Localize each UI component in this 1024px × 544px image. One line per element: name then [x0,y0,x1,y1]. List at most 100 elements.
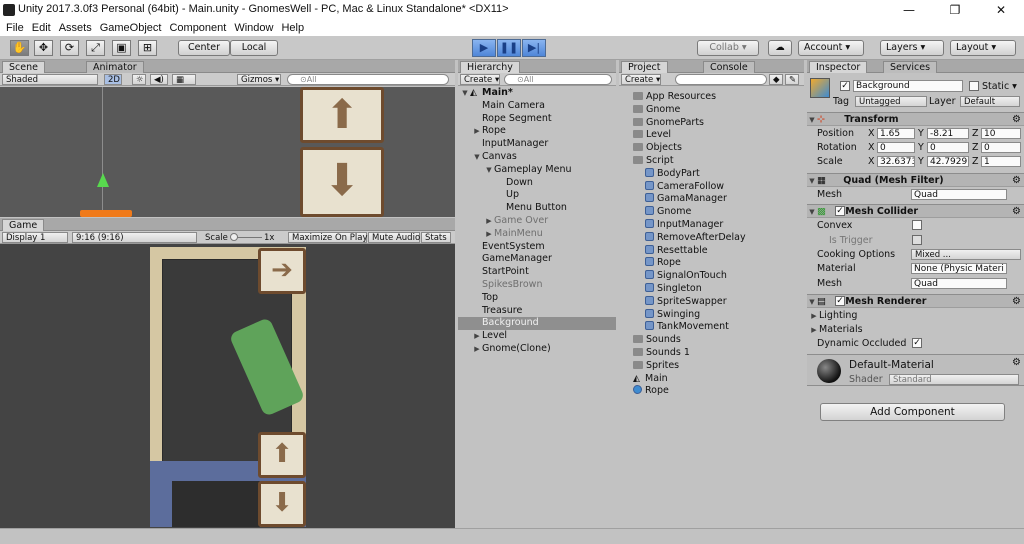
physic-material-field[interactable]: None (Physic Materi [911,263,1007,274]
mesh-filter-mesh-field[interactable]: Quad [911,189,1007,200]
project-item[interactable]: InputManager [619,218,804,232]
project-item[interactable]: App Resources [619,91,804,104]
hierarchy-search-input[interactable]: ⊙All [504,74,612,85]
project-item[interactable]: BodyPart [619,167,804,181]
mesh-collider-mesh-field[interactable]: Quad [911,278,1007,289]
expanded-arrow-icon[interactable]: ▼ [472,151,482,164]
project-item[interactable]: Singleton [619,282,804,296]
scale-x-field[interactable]: 32.6373 [877,156,915,167]
menu-window[interactable]: Window [230,20,277,36]
audio-icon[interactable]: ◀) [150,74,168,85]
is-trigger-checkbox[interactable] [912,235,922,245]
position-y-field[interactable]: -8.21 [927,128,969,139]
add-component-button[interactable]: Add Component [820,403,1005,421]
project-item[interactable]: GnomeParts [619,117,804,130]
rotation-x-field[interactable]: 0 [877,142,915,153]
menu-help[interactable]: Help [277,20,308,36]
tab-console[interactable]: Console [703,61,755,73]
scale-slider-handle[interactable] [230,233,238,241]
mode-2d-toggle[interactable]: 2D [104,74,122,85]
pivot-center-button[interactable]: Center [178,40,230,56]
layer-dropdown[interactable]: Default [960,96,1020,107]
project-item[interactable]: Rope [619,257,804,270]
hierarchy-create-dropdown[interactable]: Create ▾ [460,74,500,85]
project-item[interactable]: ◭ Main [619,373,804,386]
hierarchy-item[interactable]: InputManager [458,138,616,151]
hierarchy-item[interactable]: ▶ Game Over [458,215,616,228]
collapsed-arrow-icon[interactable]: ▶ [472,330,482,343]
hierarchy-item[interactable]: ▶ MainMenu [458,228,616,241]
hierarchy-item[interactable]: Menu Button [458,202,616,215]
scale-y-field[interactable]: 42.7929 [927,156,969,167]
collapsed-arrow-icon[interactable]: ▶ [484,215,494,228]
mesh-renderer-header[interactable]: ▼ ▤ ✓ Mesh Renderer ⚙ [807,294,1024,308]
project-item[interactable]: Sprites [619,360,804,373]
collapsed-arrow-icon[interactable]: ▶ [472,125,482,138]
menu-edit[interactable]: Edit [28,20,55,36]
tab-animator[interactable]: Animator [86,61,144,73]
menu-gameobject[interactable]: GameObject [96,20,166,36]
mesh-renderer-enabled-checkbox[interactable]: ✓ [835,296,845,306]
hierarchy-item[interactable]: Top [458,292,616,305]
project-item[interactable]: Rope [619,385,804,398]
mesh-collider-header[interactable]: ▼ ▩ ✓ Mesh Collider ⚙ [807,204,1024,218]
pause-button[interactable]: ❚❚ [497,39,521,57]
tab-scene[interactable]: Scene [2,61,45,73]
display-dropdown[interactable]: Display 1 [2,232,68,243]
mesh-collider-gear-icon[interactable]: ⚙ [1012,205,1021,218]
hierarchy-item[interactable]: Down [458,177,616,190]
layout-dropdown[interactable]: Layout ▾ [950,40,1016,56]
project-item[interactable]: Gnome [619,206,804,219]
minimize-button[interactable]: — [886,0,932,20]
stats-toggle[interactable]: Stats [421,232,451,243]
hierarchy-item[interactable]: ▶ Level [458,330,616,343]
hierarchy-item[interactable]: Rope Segment [458,113,616,126]
project-item[interactable]: Level [619,129,804,142]
hierarchy-item[interactable]: ▶ Gnome(Clone) [458,343,616,356]
tag-dropdown[interactable]: Untagged [855,96,927,107]
mesh-filter-header[interactable]: ▼ ▦ Quad (Mesh Filter) ⚙ [807,173,1024,187]
hierarchy-item[interactable]: Treasure [458,305,616,318]
menu-assets[interactable]: Assets [55,20,96,36]
active-checkbox[interactable]: ✓ [840,81,850,91]
material-gear-icon[interactable]: ⚙ [1012,357,1021,368]
hierarchy-item[interactable]: ▶ Rope [458,125,616,138]
tab-inspector[interactable]: Inspector [809,61,868,73]
move-tool-icon[interactable]: ✥ [34,40,53,56]
tab-hierarchy[interactable]: Hierarchy [460,61,520,73]
static-dropdown[interactable]: Static ▾ [982,81,1017,92]
rotation-y-field[interactable]: 0 [927,142,969,153]
scene-viewport[interactable]: ⬆ ⬇ [0,87,455,217]
transform-header[interactable]: ▼ ⊹ Transform ⚙ [807,112,1024,126]
scene-search-input[interactable]: ⊙All [287,74,449,85]
materials-foldout[interactable]: ▶ Materials [809,324,862,335]
collapsed-arrow-icon[interactable]: ▶ [472,343,482,356]
collapsed-arrow-icon[interactable]: ▶ [484,228,494,241]
cooking-options-dropdown[interactable]: Mixed ... [911,249,1021,260]
collab-dropdown[interactable]: Collab ▾ [697,40,759,56]
project-create-dropdown[interactable]: Create ▾ [621,74,661,85]
lighting-icon[interactable]: ☼ [132,74,146,85]
project-item[interactable]: Sounds [619,334,804,347]
rect-tool-icon[interactable]: ▣ [112,40,131,56]
lighting-foldout[interactable]: ▶ Lighting [809,310,857,321]
hierarchy-item[interactable]: SpikesBrown [458,279,616,292]
project-item[interactable]: SpriteSwapper [619,295,804,309]
mute-audio-toggle[interactable]: Mute Audio [368,232,420,243]
tab-project[interactable]: Project [621,61,668,73]
project-item[interactable]: Objects [619,142,804,155]
dynamic-occluded-checkbox[interactable]: ✓ [912,338,922,348]
project-item[interactable]: Resettable [619,244,804,258]
up-button-icon[interactable]: ⬆ [258,432,306,478]
hierarchy-item[interactable]: Up [458,189,616,202]
scale-z-field[interactable]: 1 [981,156,1021,167]
position-x-field[interactable]: 1.65 [877,128,915,139]
transform-gear-icon[interactable]: ⚙ [1012,113,1021,126]
account-dropdown[interactable]: Account ▾ [798,40,864,56]
hierarchy-item[interactable]: ▼ Canvas [458,151,616,164]
hierarchy-item[interactable]: StartPoint [458,266,616,279]
project-item[interactable]: Gnome [619,104,804,117]
mesh-collider-enabled-checkbox[interactable]: ✓ [835,206,845,216]
transform-tool-icon[interactable]: ⊞ [138,40,157,56]
shader-dropdown[interactable]: Standard [889,374,1019,385]
